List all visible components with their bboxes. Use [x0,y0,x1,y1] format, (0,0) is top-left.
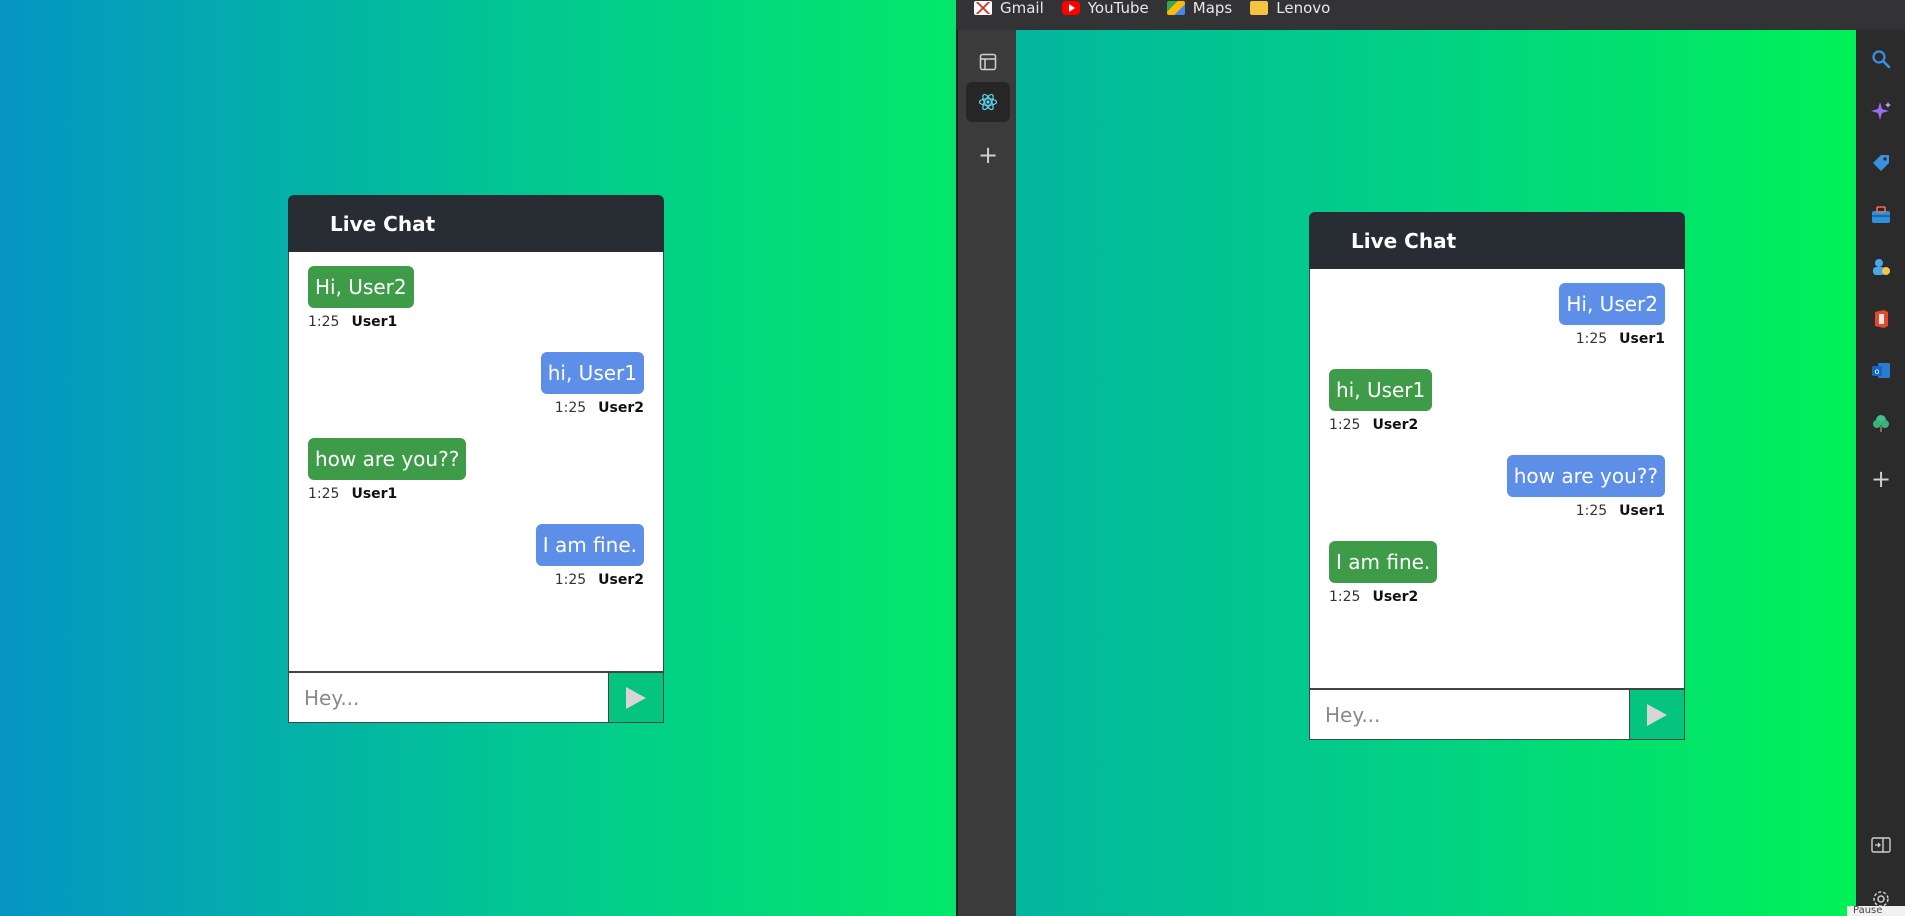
tree-icon[interactable] [1868,410,1894,436]
bookmarks-bar: Gmail YouTube Maps Lenovo [956,0,1905,30]
message-bubble: Hi, User2 [308,266,414,308]
message-user: User2 [1372,589,1419,605]
message-time: 1:25 [1575,503,1608,519]
outlook-icon[interactable]: o [1868,358,1894,384]
tab-panel-icon [979,53,997,71]
message-item: hi, User1 1:25 User2 [1329,369,1665,433]
message-user: User2 [1372,417,1419,433]
bookmark-label: Lenovo [1276,0,1331,17]
send-icon [626,686,646,709]
message-time: 1:25 [308,314,340,330]
message-input[interactable] [1310,690,1630,739]
message-bubble: Hi, User2 [1559,283,1665,325]
message-item: Hi, User2 1:25 User1 [308,266,644,330]
message-meta: 1:25 User2 [1329,589,1418,605]
split-screen-icon[interactable] [1868,832,1894,858]
chat-messages[interactable]: Hi, User2 1:25 User1 hi, User1 1:25 User… [288,252,664,672]
message-meta: 1:25 User1 [1576,503,1665,519]
message-meta: 1:25 User1 [308,314,397,330]
react-icon [978,93,998,111]
send-button[interactable] [1630,690,1684,739]
bookmark-lenovo[interactable]: Lenovo [1250,0,1330,17]
toolbox-icon[interactable] [1868,202,1894,228]
add-icon[interactable]: + [1868,465,1894,493]
bookmark-label: Gmail [1000,0,1044,17]
message-bubble: hi, User1 [540,352,644,394]
bookmark-youtube[interactable]: YouTube [1061,0,1149,17]
chat-widget-left: Live Chat Hi, User2 1:25 User1 hi, User1… [288,195,664,723]
message-user: User1 [1619,331,1665,347]
message-input[interactable] [289,673,609,722]
message-item: how are you?? 1:25 User1 [308,438,644,502]
message-item: hi, User1 1:25 User2 [308,352,644,416]
chat-header: Live Chat [288,195,664,252]
youtube-icon [1061,1,1080,15]
bookmark-label: Maps [1192,0,1233,17]
bookmark-maps[interactable]: Maps [1166,0,1233,17]
edge-sidebar: o + Pause [1847,30,1905,916]
gmail-icon [974,1,992,15]
message-meta: 1:25 User2 [555,572,644,588]
shopping-tag-icon[interactable] [1868,150,1894,176]
tab-actions-button[interactable] [966,42,1010,82]
right-browser-content: Live Chat Hi, User2 1:25 User1 hi, User1… [1016,30,1856,916]
message-item: Hi, User2 1:25 User1 [1329,283,1665,347]
message-user: User2 [598,572,644,588]
bookmark-gmail[interactable]: Gmail [974,0,1044,17]
tab-react-app[interactable] [966,82,1010,122]
message-user: User1 [1619,503,1665,519]
new-tab-button[interactable]: + [966,135,1010,175]
chat-title: Live Chat [330,211,436,236]
right-browser-window: Gmail YouTube Maps Lenovo + Live Chat Hi… [956,0,1905,916]
message-time: 1:25 [1329,589,1361,605]
message-time: 1:25 [554,572,587,588]
chat-messages[interactable]: Hi, User2 1:25 User1 hi, User1 1:25 User… [1309,269,1685,689]
send-icon [1647,703,1667,726]
chat-header: Live Chat [1309,212,1685,269]
add-icon: + [977,141,999,169]
message-time: 1:25 [1329,417,1361,433]
send-button[interactable] [609,673,663,722]
tooltip: Pause [1847,906,1905,916]
message-meta: 1:25 User2 [1329,417,1418,433]
message-item: how are you?? 1:25 User1 [1329,455,1665,519]
message-user: User2 [598,400,644,416]
copilot-sparkle-icon[interactable] [1868,98,1894,124]
message-bubble: I am fine. [535,524,644,566]
message-time: 1:25 [1575,331,1608,347]
message-user: User1 [351,314,398,330]
folder-icon [1250,1,1269,15]
office-icon[interactable] [1868,306,1894,332]
message-bubble: how are you?? [1506,455,1665,497]
search-icon[interactable] [1868,46,1894,72]
message-time: 1:25 [308,486,340,502]
message-meta: 1:25 User1 [1576,331,1665,347]
left-browser-content: Live Chat Hi, User2 1:25 User1 hi, User1… [0,0,956,916]
message-meta: 1:25 User1 [308,486,397,502]
chat-input-bar [1309,689,1685,740]
message-bubble: I am fine. [1329,541,1438,583]
bookmark-label: YouTube [1087,0,1149,17]
chat-title: Live Chat [1351,228,1457,253]
maps-icon [1166,1,1185,15]
message-time: 1:25 [554,400,587,416]
message-item: I am fine. 1:25 User2 [1329,541,1665,605]
vertical-tabs-sidebar: + [956,30,1016,916]
chat-widget-right: Live Chat Hi, User2 1:25 User1 hi, User1… [1309,212,1685,740]
message-meta: 1:25 User2 [555,400,644,416]
message-item: I am fine. 1:25 User2 [308,524,644,588]
chat-input-bar [288,672,664,723]
games-icon[interactable] [1868,254,1894,280]
message-user: User1 [351,486,398,502]
svg-text:o: o [1875,367,1880,376]
message-bubble: hi, User1 [1329,369,1433,411]
message-bubble: how are you?? [308,438,467,480]
